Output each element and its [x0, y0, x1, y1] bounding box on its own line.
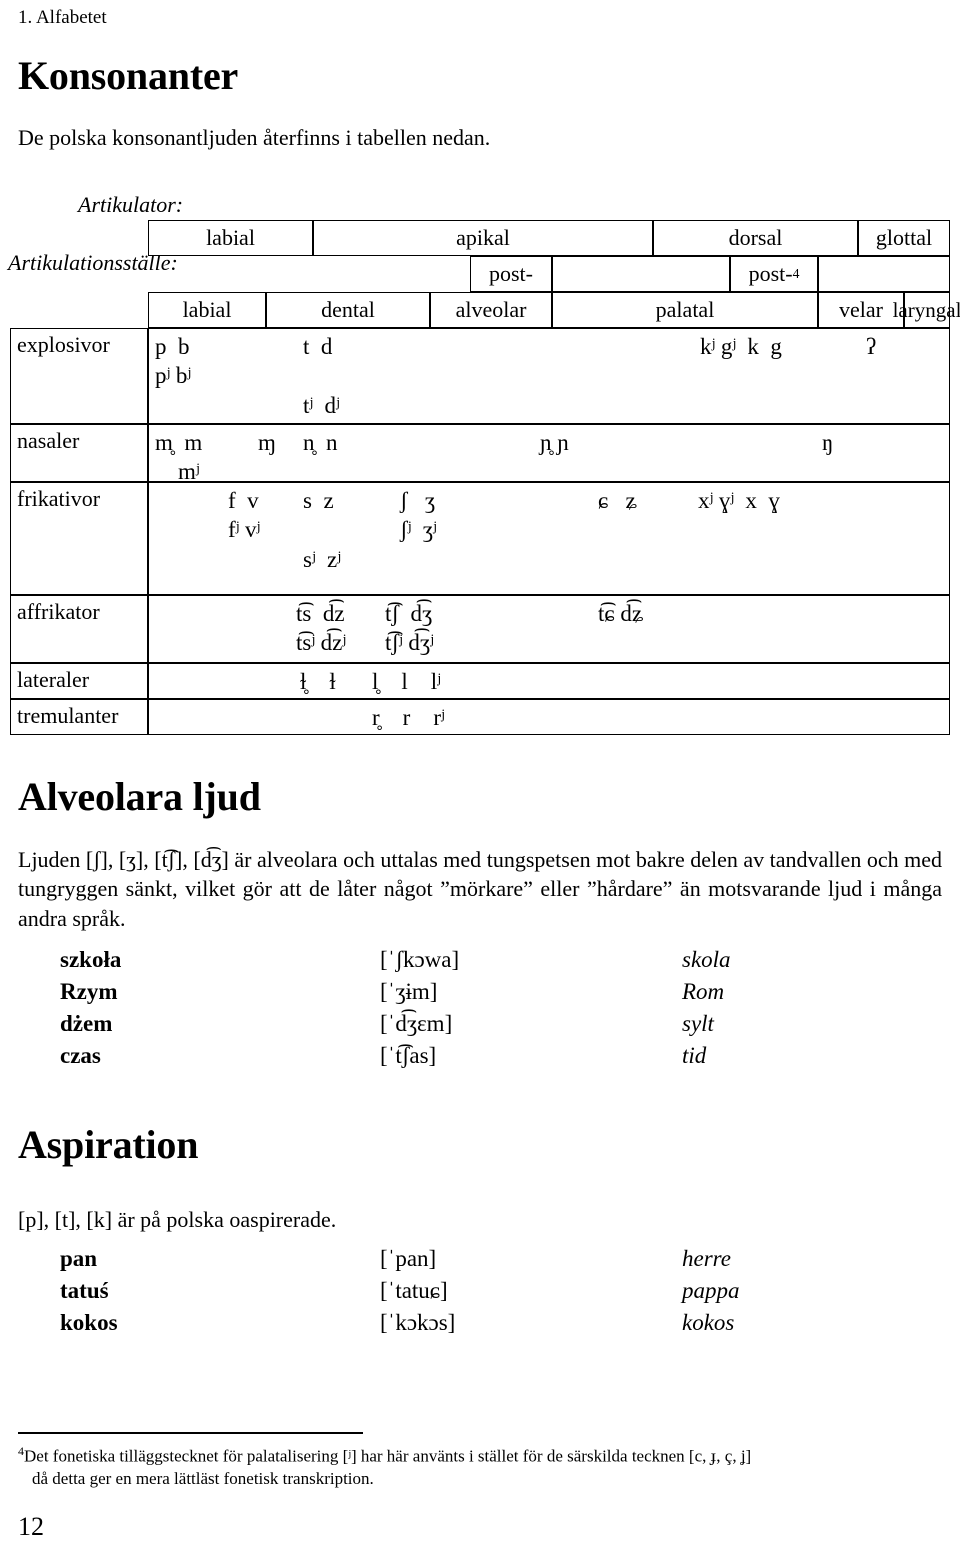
row-box-explosivor: [148, 328, 950, 424]
cell-nasaler-velar: ŋ: [822, 430, 834, 455]
heading-aspiration: Aspiration: [18, 1122, 199, 1167]
word-original: tatuś: [60, 1278, 109, 1303]
word-translation: skola: [682, 947, 731, 972]
row-label-affrikator: affrikator: [10, 595, 148, 663]
header-place-velar: velar: [818, 292, 904, 328]
list-item: tatuś [ˈtatuɕ] pappa: [60, 1275, 940, 1307]
header-place-post-alveolar: post-: [470, 256, 552, 292]
list-item: kokos [ˈkɔkɔs] kokos: [60, 1307, 940, 1339]
header-place-filler-velar: [818, 256, 950, 292]
list-item: czas [ˈt͡ʃas] tid: [60, 1040, 940, 1072]
header-place-post-palatal: post- 4: [730, 256, 818, 292]
word-original: Rzym: [60, 979, 118, 1004]
header-articulator-dorsal: dorsal: [653, 220, 858, 256]
word-original: pan: [60, 1246, 98, 1271]
cell-lateraler-dental: ɫ̥ ɫ: [300, 669, 336, 694]
cell-tremulanter-alveolar: r̥ r rʲ: [372, 705, 445, 730]
row-box-frikativor: [148, 482, 950, 595]
word-ipa: [ˈd͡ʒɛm]: [380, 1011, 453, 1036]
cell-affrikator-dental: t͡s d͡z t͡sʲ d͡zʲ: [296, 601, 346, 656]
word-translation: herre: [682, 1246, 731, 1271]
word-translation: Rom: [682, 979, 725, 1004]
header-place-labial: labial: [148, 292, 266, 328]
cell-nasaler-dental: ɱ: [258, 430, 276, 455]
cell-affrikator-alveolar: t͡ʃ d͡ʒ t͡ʃʲ d͡ʒʲ: [385, 601, 434, 656]
row-label-lateraler: lateraler: [10, 663, 148, 699]
word-ipa: [ˈʃkɔwa]: [380, 947, 460, 972]
cell-explosivor-laryngal: ʔ: [866, 334, 877, 359]
cell-frikativor-palatal: ɕ ʑ: [598, 488, 637, 513]
cell-nasaler-palatal: ɲ̥ ɲ: [540, 430, 569, 455]
header-place-dental: dental: [266, 292, 430, 328]
word-original: dżem: [60, 1011, 113, 1036]
paragraph-aspiration: [p], [t], [k] är på polska oaspirerade.: [18, 1207, 337, 1232]
cell-explosivor-velar: kʲ gʲ k g: [700, 334, 782, 359]
header-articulator-labial: labial: [148, 220, 313, 256]
header-place-laryngal-text: laryngal: [892, 297, 960, 322]
word-translation: sylt: [682, 1011, 714, 1036]
header-articulator-glottal: glottal: [858, 220, 950, 256]
row-label-frikativor: frikativor: [10, 482, 148, 595]
header-place-palatal: palatal: [552, 292, 818, 328]
list-item: pan [ˈpan] herre: [60, 1243, 940, 1275]
cell-frikativor-postalveolar: ʃ ʒ ʃʲ ʒʲ: [400, 488, 437, 543]
row-label-tremulanter: tremulanter: [10, 699, 148, 735]
footnote-marker: 4: [792, 266, 800, 282]
word-original: kokos: [60, 1310, 118, 1335]
running-head: 1. Alfabetet: [18, 7, 107, 28]
cell-affrikator-palatal: t͡ɕ d͡ʑ: [598, 601, 644, 626]
list-item: dżem [ˈd͡ʒɛm] sylt: [60, 1008, 940, 1040]
header-articulator-apikal: apikal: [313, 220, 653, 256]
footnote-line-1: Det fonetiska tilläggstecknet för palata…: [24, 1446, 752, 1466]
row-label-explosivor: explosivor: [10, 328, 148, 424]
word-original: czas: [60, 1043, 101, 1068]
header-place-alveolar: alveolar: [430, 292, 552, 328]
list-item: Rzym [ˈʒɨm] Rom: [60, 976, 940, 1008]
header-place-filler-palatal: [552, 256, 730, 292]
row-label-nasaler: nasaler: [10, 424, 148, 482]
paragraph-alveolara: Ljuden [ʃ], [ʒ], [t͡ʃ], [d͡ʒ] är alveola…: [18, 847, 942, 931]
cell-frikativor-dental: f v fʲ vʲ: [228, 488, 261, 543]
consonant-table: Artikulator: Artikulationsställe: labial…: [0, 190, 960, 735]
footnote-separator: [18, 1432, 363, 1434]
heading-alveolara-ljud: Alveolara ljud: [18, 774, 261, 819]
header-place-laryngal: laryngal: [893, 292, 960, 328]
row-box-tremulanter: [148, 699, 950, 735]
footnote-line-2: då detta ger en mera lättläst fonetisk t…: [32, 1469, 374, 1489]
word-list-aspiration: pan [ˈpan] herre tatuś [ˈtatuɕ] pappa ko…: [60, 1243, 940, 1339]
word-list-alveolara: szkoła [ˈʃkɔwa] skola Rzym [ˈʒɨm] Rom dż…: [60, 944, 940, 1072]
intro-konsonanter: De polska konsonantljuden återfinns i ta…: [18, 125, 491, 150]
cell-frikativor-velar: xʲ ɣʲ x ɣ: [698, 488, 780, 513]
footnote: 4Det fonetiska tilläggstecknet för palat…: [18, 1444, 948, 1491]
cell-lateraler-alveolar: l̥ l lʲ: [372, 669, 441, 694]
cell-explosivor-labial: p b pʲ bʲ: [155, 334, 191, 389]
label-artikulator: Artikulator:: [78, 192, 184, 217]
list-item: szkoła [ˈʃkɔwa] skola: [60, 944, 940, 976]
cell-explosivor-alveolar: t d tʲ dʲ: [303, 334, 340, 418]
cell-nasaler-alveolar: n̥ n: [303, 430, 338, 455]
word-ipa: [ˈʒɨm]: [380, 979, 438, 1004]
word-translation: pappa: [682, 1278, 740, 1303]
header-place-post-palatal-text: post-: [748, 261, 793, 286]
word-original: szkoła: [60, 947, 122, 972]
row-box-lateraler: [148, 663, 950, 699]
heading-konsonanter: Konsonanter: [18, 53, 239, 98]
word-translation: tid: [682, 1043, 707, 1068]
cell-frikativor-alveolar: s z sʲ zʲ: [303, 488, 341, 572]
word-translation: kokos: [682, 1310, 735, 1335]
word-ipa: [ˈkɔkɔs]: [380, 1310, 456, 1335]
page-number: 12: [18, 1512, 44, 1541]
word-ipa: [ˈtatuɕ]: [380, 1278, 448, 1303]
document-page: 1. Alfabetet Konsonanter De polska konso…: [0, 0, 960, 1556]
word-ipa: [ˈt͡ʃas]: [380, 1043, 437, 1068]
word-ipa: [ˈpan]: [380, 1246, 437, 1271]
row-box-affrikator: [148, 595, 950, 663]
cell-nasaler-labial: m̥ m mʲ: [155, 430, 203, 485]
